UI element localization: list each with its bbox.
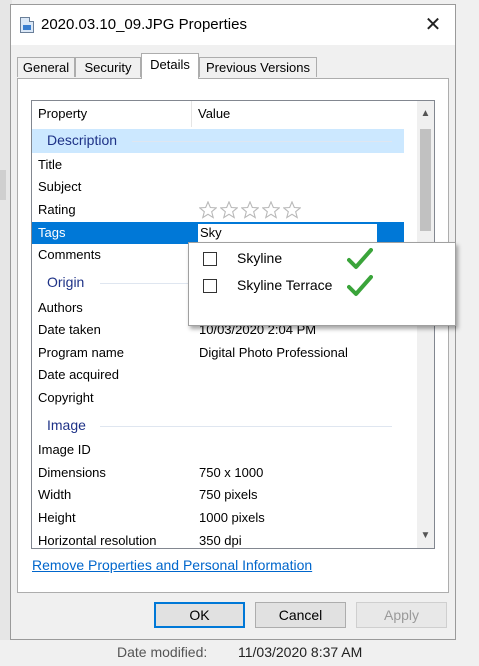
- row-width[interactable]: Width 750 pixels: [32, 484, 404, 506]
- row-program-name[interactable]: Program name Digital Photo Professional: [32, 342, 404, 364]
- cancel-button[interactable]: Cancel: [255, 602, 346, 628]
- group-divider: [100, 426, 392, 427]
- group-label: Origin: [47, 274, 85, 290]
- row-title[interactable]: Title: [32, 154, 404, 176]
- row-rating[interactable]: Rating: [32, 199, 404, 221]
- tab-security[interactable]: Security: [75, 57, 141, 77]
- row-image-id[interactable]: Image ID: [32, 439, 404, 461]
- title-bar[interactable]: 2020.03.10_09.JPG Properties ✕: [11, 5, 455, 45]
- property-name: Width: [38, 487, 72, 502]
- suggestion-checkbox[interactable]: [203, 252, 217, 266]
- star-icon[interactable]: [261, 200, 281, 219]
- property-name: Authors: [38, 300, 83, 315]
- property-value[interactable]: 1000 pixels: [199, 507, 265, 529]
- suggestion-label[interactable]: Skyline: [237, 250, 282, 266]
- list-header: Property Value: [32, 101, 404, 127]
- star-icon[interactable]: [219, 200, 239, 219]
- property-value[interactable]: 750 pixels: [199, 484, 258, 506]
- property-name: Dimensions: [38, 465, 106, 480]
- row-horizontal-resolution[interactable]: Horizontal resolution 350 dpi: [32, 530, 404, 548]
- details-panel: Property Value Description Title Subject…: [17, 78, 449, 593]
- property-name: Rating: [38, 202, 76, 217]
- row-copyright[interactable]: Copyright: [32, 387, 404, 409]
- suggestion-checkbox[interactable]: [203, 279, 217, 293]
- suggestion-item[interactable]: Skyline Terrace: [189, 274, 455, 300]
- row-subject[interactable]: Subject: [32, 176, 404, 198]
- checkmark-icon: [347, 275, 373, 296]
- date-modified-label: Date modified:: [117, 644, 208, 660]
- group-label: Image: [47, 417, 86, 433]
- column-header-property[interactable]: Property: [32, 101, 87, 127]
- property-value[interactable]: 750 x 1000: [199, 462, 263, 484]
- group-description[interactable]: Description: [32, 129, 404, 153]
- suggestion-item[interactable]: Skyline: [189, 247, 455, 273]
- tab-details[interactable]: Details: [141, 53, 199, 79]
- row-height[interactable]: Height 1000 pixels: [32, 507, 404, 529]
- scroll-down-arrow-icon[interactable]: ▼: [417, 527, 434, 544]
- tab-general[interactable]: General: [17, 57, 75, 77]
- property-name: Comments: [38, 247, 101, 262]
- tag-suggestions-dropdown: Skyline Skyline Terrace: [188, 242, 456, 326]
- row-tags[interactable]: Tags Sky: [32, 222, 404, 244]
- tab-previous-versions[interactable]: Previous Versions: [199, 57, 317, 77]
- group-label: Description: [47, 132, 118, 148]
- scroll-up-arrow-icon[interactable]: ▲: [417, 105, 434, 122]
- date-modified-value: 11/03/2020 8:37 AM: [238, 644, 363, 660]
- checkmark-icon: [347, 248, 373, 269]
- window-title: 2020.03.10_09.JPG Properties: [41, 16, 247, 33]
- background-window-detail: [0, 170, 6, 200]
- row-date-acquired[interactable]: Date acquired: [32, 364, 404, 386]
- image-file-icon: [20, 17, 34, 33]
- star-icon[interactable]: [198, 200, 218, 219]
- close-button[interactable]: ✕: [423, 15, 443, 35]
- star-icon[interactable]: [282, 200, 302, 219]
- property-name: Copyright: [38, 390, 94, 405]
- property-value[interactable]: 350 dpi: [199, 530, 242, 548]
- remove-properties-link[interactable]: Remove Properties and Personal Informati…: [32, 557, 312, 573]
- property-name: Date taken: [38, 322, 101, 337]
- property-name: Horizontal resolution: [38, 533, 157, 548]
- scrollbar-thumb[interactable]: [420, 129, 431, 231]
- property-name: Program name: [38, 345, 124, 360]
- tags-input[interactable]: Sky: [197, 223, 378, 243]
- suggestion-label[interactable]: Skyline Terrace: [237, 277, 332, 293]
- explorer-details-bar: Date modified: 11/03/2020 8:37 AM: [0, 640, 479, 666]
- group-image[interactable]: Image: [32, 414, 404, 438]
- property-name: Subject: [38, 179, 82, 194]
- property-name: Date acquired: [38, 367, 119, 382]
- ok-button[interactable]: OK: [154, 602, 245, 628]
- property-name: Height: [38, 510, 76, 525]
- property-name: Title: [38, 157, 63, 172]
- column-header-value[interactable]: Value: [192, 101, 230, 127]
- property-value[interactable]: Digital Photo Professional: [199, 342, 348, 364]
- group-divider: [132, 141, 392, 142]
- row-dimensions[interactable]: Dimensions 750 x 1000: [32, 462, 404, 484]
- property-name: Tags: [38, 225, 66, 240]
- star-icon[interactable]: [240, 200, 260, 219]
- property-name: Image ID: [38, 442, 91, 457]
- apply-button[interactable]: Apply: [356, 602, 447, 628]
